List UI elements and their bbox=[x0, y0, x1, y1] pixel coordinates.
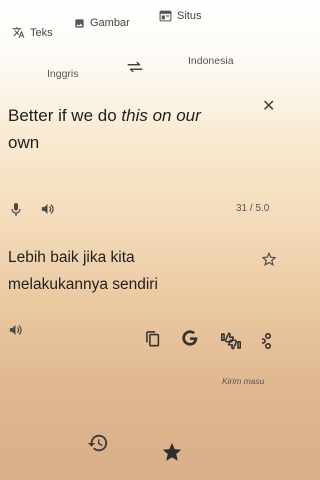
rate-translation-button[interactable] bbox=[220, 331, 242, 356]
translation-line2: melakukannya sendiri bbox=[8, 276, 158, 293]
google-search-button[interactable] bbox=[180, 328, 200, 353]
history-button[interactable] bbox=[87, 432, 109, 459]
speaker-icon bbox=[41, 204, 54, 214]
website-icon bbox=[159, 10, 172, 22]
copy-button[interactable] bbox=[145, 330, 160, 352]
send-feedback-link[interactable]: Kirim masu bbox=[222, 376, 265, 386]
close-icon: ✕ bbox=[262, 98, 276, 115]
translation-line1: Lebih baik jika kita bbox=[8, 249, 135, 266]
microphone-button[interactable] bbox=[10, 202, 22, 222]
source-language-button[interactable]: Inggris bbox=[47, 68, 79, 80]
star-icon bbox=[162, 442, 182, 461]
tab-image[interactable]: Gambar bbox=[74, 17, 130, 29]
swap-icon bbox=[127, 61, 143, 73]
target-language-button[interactable]: Indonesia bbox=[188, 55, 234, 67]
source-text-part3: own bbox=[8, 133, 40, 152]
source-text-input[interactable]: Better if we do this on our own bbox=[8, 102, 258, 156]
tab-text-label: Teks bbox=[30, 26, 53, 39]
source-speak-button[interactable] bbox=[40, 202, 55, 221]
tab-text[interactable]: Teks bbox=[12, 26, 53, 39]
tab-website-label: Situs bbox=[177, 10, 202, 22]
copy-icon bbox=[146, 331, 160, 347]
share-button[interactable] bbox=[260, 332, 272, 354]
source-text-part1: Better if we do bbox=[8, 106, 122, 125]
translate-icon bbox=[12, 27, 25, 38]
speaker-icon bbox=[9, 325, 22, 335]
save-translation-button[interactable] bbox=[261, 251, 277, 271]
star-outline-icon bbox=[261, 251, 277, 267]
tab-website[interactable]: Situs bbox=[159, 10, 201, 22]
google-icon bbox=[182, 330, 198, 346]
translation-speak-button[interactable] bbox=[8, 323, 23, 342]
image-icon bbox=[75, 18, 84, 28]
share-icon bbox=[260, 332, 272, 350]
history-icon bbox=[87, 434, 108, 452]
translation-text: Lebih baik jika kita melakukannya sendir… bbox=[8, 244, 258, 298]
clear-text-button[interactable]: ✕ bbox=[262, 96, 275, 116]
thumbs-up-down-icon bbox=[221, 332, 241, 350]
character-counter: 31 / 5.0 bbox=[236, 203, 270, 214]
tab-image-label: Gambar bbox=[90, 17, 130, 29]
saved-button[interactable] bbox=[161, 441, 183, 468]
microphone-icon bbox=[11, 203, 21, 216]
swap-languages-button[interactable] bbox=[126, 60, 144, 79]
source-text-part2: this on our bbox=[121, 106, 201, 125]
